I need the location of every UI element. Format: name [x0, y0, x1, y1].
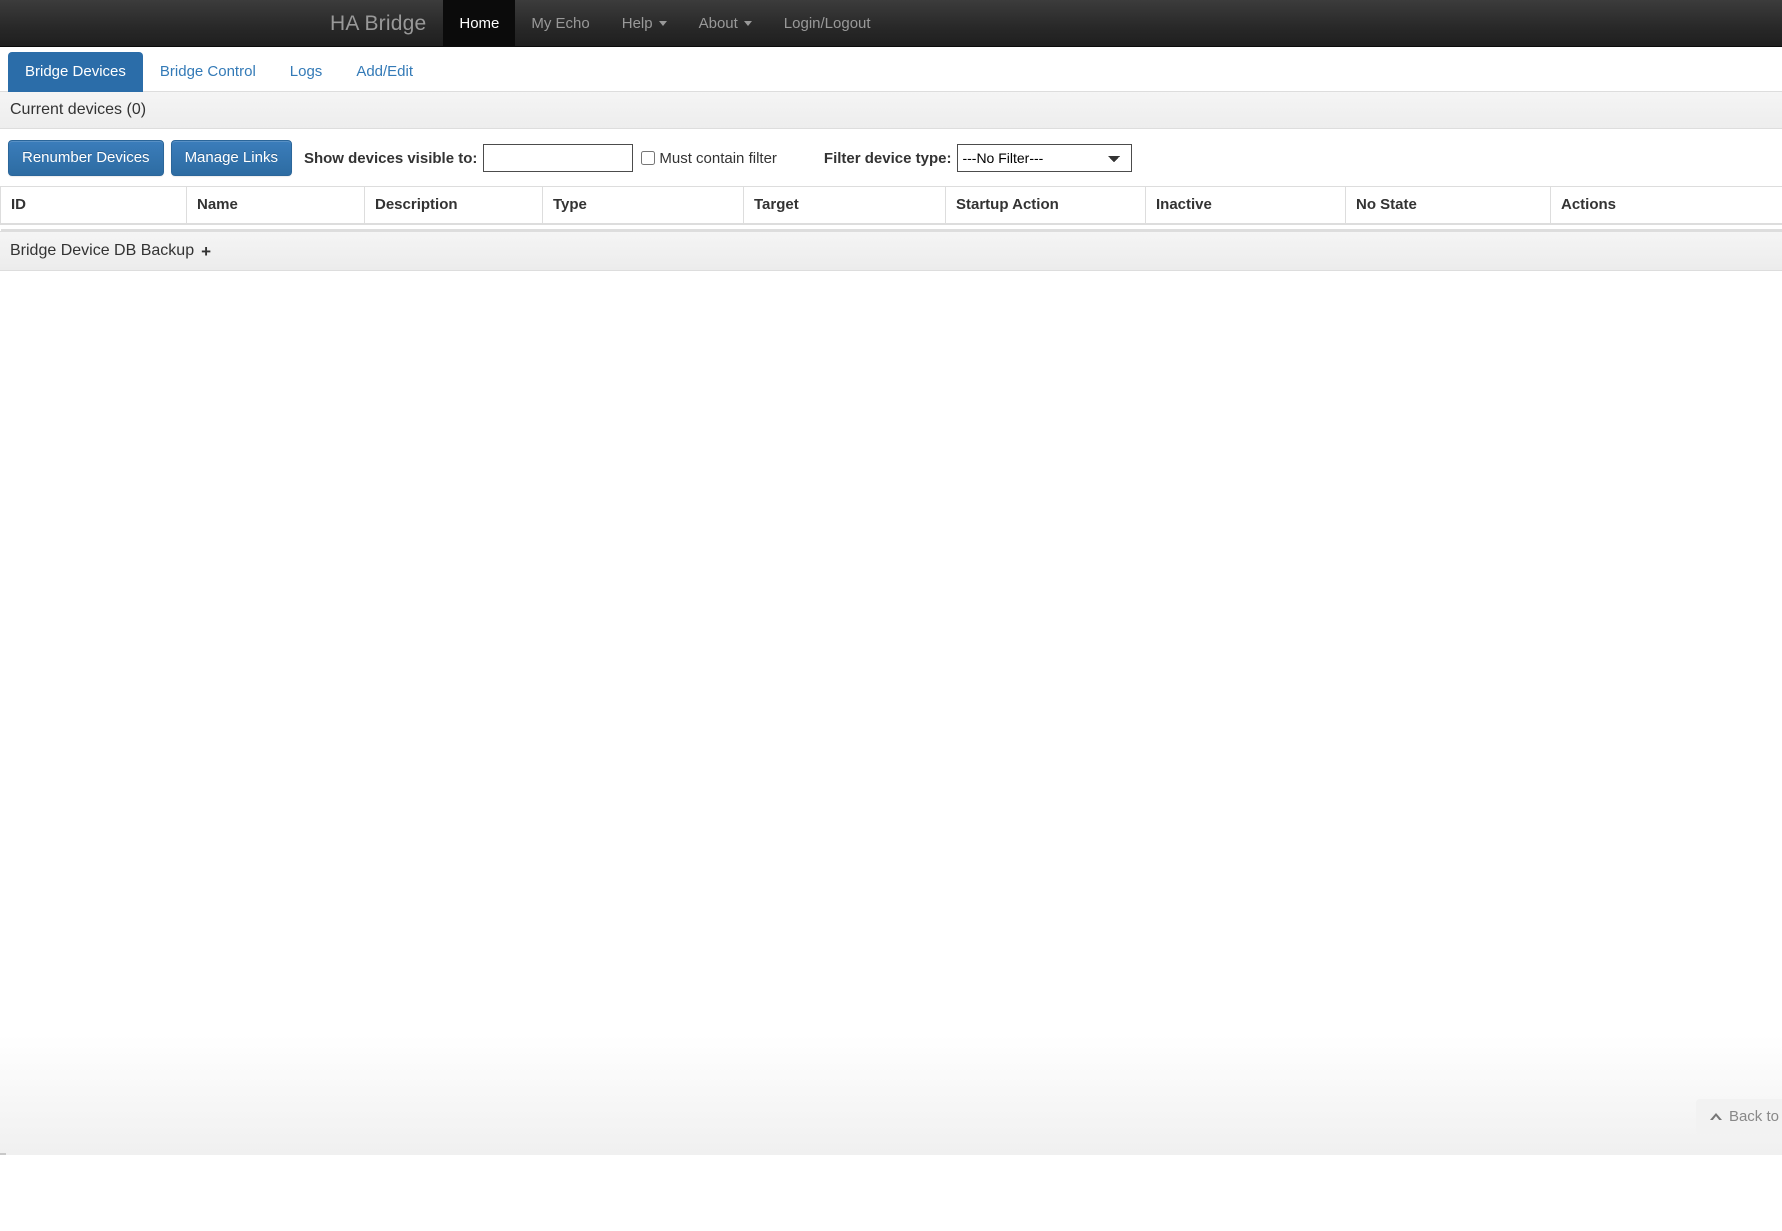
manage-links-button[interactable]: Manage Links	[170, 140, 292, 176]
devices-table-empty-row	[1, 224, 1782, 230]
column-header-actions[interactable]: Actions	[1550, 186, 1782, 225]
renumber-devices-button[interactable]: Renumber Devices	[8, 140, 164, 176]
tab-logs[interactable]: Logs	[273, 52, 340, 92]
filter-device-type-select[interactable]: ---No Filter---	[957, 144, 1133, 172]
nav-item-login-logout[interactable]: Login/Logout	[768, 0, 887, 46]
back-to-top-button[interactable]: Back to top	[1695, 1099, 1782, 1134]
nav-item-my-echo[interactable]: My Echo	[515, 0, 605, 46]
devices-table-header-row: ID Name Description Type Target Startup …	[0, 186, 1782, 225]
chevron-down-icon	[743, 20, 752, 26]
nav-item-about[interactable]: About	[683, 0, 768, 46]
nav-item-help-label: Help	[621, 14, 653, 32]
column-header-startup-action[interactable]: Startup Action	[945, 186, 1146, 225]
devices-table-body	[1, 224, 1782, 230]
back-to-top-label: Back to top	[1728, 1108, 1782, 1125]
bridge-device-db-backup-label: Bridge Device DB Backup	[10, 242, 195, 259]
nav-item-home-label: Home	[459, 14, 500, 32]
filter-device-type-label: Filter device type:	[823, 149, 952, 167]
column-header-no-state[interactable]: No State	[1345, 186, 1551, 225]
page-bottom-rule	[0, 1153, 6, 1155]
column-header-description[interactable]: Description	[364, 186, 543, 225]
devices-table-wrap: ID Name Description Type Target Startup …	[0, 186, 1782, 231]
devices-table-head: ID Name Description Type Target Startup …	[0, 186, 1782, 225]
visible-to-input[interactable]	[483, 144, 634, 172]
bridge-device-db-backup-header[interactable]: Bridge Device DB Backup +	[0, 231, 1782, 271]
must-contain-filter-checkbox-wrap[interactable]: Must contain filter	[641, 150, 777, 167]
column-header-name[interactable]: Name	[186, 186, 365, 225]
nav-item-home[interactable]: Home	[443, 0, 516, 46]
show-devices-visible-to-label: Show devices visible to:	[303, 149, 478, 167]
tab-bridge-devices[interactable]: Bridge Devices	[8, 52, 143, 92]
devices-table: ID Name Description Type Target Startup …	[0, 186, 1782, 231]
must-contain-filter-checkbox[interactable]	[641, 151, 656, 165]
nav-item-help[interactable]: Help	[606, 0, 683, 46]
chevron-down-icon	[658, 20, 667, 26]
top-navbar: HA Bridge Home My Echo Help About Login/…	[0, 0, 1782, 47]
nav-item-my-echo-label: My Echo	[531, 14, 590, 32]
must-contain-filter-label: Must contain filter	[659, 149, 777, 167]
chevron-up-icon	[1709, 1113, 1722, 1121]
brand-link[interactable]: HA Bridge	[313, 0, 443, 46]
column-header-id[interactable]: ID	[0, 186, 187, 225]
plus-icon[interactable]: +	[201, 243, 211, 260]
section-tabs: Bridge Devices Bridge Control Logs Add/E…	[0, 47, 1782, 92]
column-header-type[interactable]: Type	[542, 186, 744, 225]
page-body-filler: Back to top	[0, 271, 1782, 1155]
devices-table-empty-cell	[1, 224, 1782, 230]
current-devices-heading: Current devices (0)	[0, 92, 1782, 129]
tab-bridge-control[interactable]: Bridge Control	[143, 52, 273, 92]
nav-item-about-label: About	[698, 14, 738, 32]
tab-add-edit[interactable]: Add/Edit	[339, 52, 430, 92]
column-header-inactive[interactable]: Inactive	[1145, 186, 1346, 225]
column-header-target[interactable]: Target	[743, 186, 946, 225]
bottom-fade-overlay	[0, 1035, 1782, 1155]
devices-toolbar: Renumber Devices Manage Links Show devic…	[0, 129, 1782, 186]
primary-nav: Home My Echo Help About Login/Logout	[443, 0, 886, 46]
current-devices-heading-label: Current devices (0)	[10, 101, 147, 118]
nav-item-login-logout-label: Login/Logout	[783, 14, 871, 32]
